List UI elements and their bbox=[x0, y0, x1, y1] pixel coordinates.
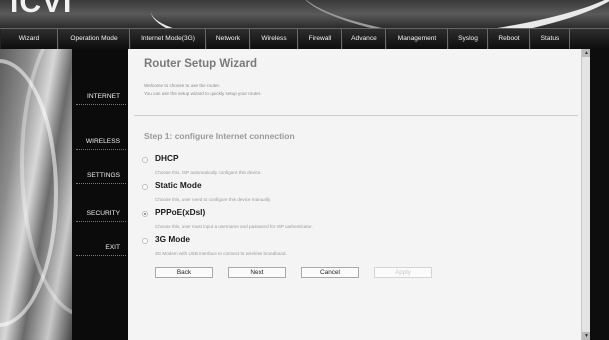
page-title: Router Setup Wizard bbox=[144, 58, 257, 70]
nav-firewall[interactable]: Firewall bbox=[298, 29, 342, 49]
nav-network[interactable]: Network bbox=[206, 29, 250, 49]
nav-advance[interactable]: Advance bbox=[342, 29, 386, 49]
option-help-pppoe: Choose this, user must input a username … bbox=[155, 224, 313, 229]
option-help-3g-mode: 3G Modem with USB interface to connect t… bbox=[155, 251, 287, 256]
divider bbox=[134, 115, 578, 116]
nav-wireless[interactable]: Wireless bbox=[250, 29, 298, 49]
intro-text: You can use the setup wizard to quickly … bbox=[144, 91, 262, 96]
cancel-button[interactable]: Cancel bbox=[301, 267, 359, 278]
sidebar-menu: INTERNET WIRELESS SETTINGS SECURITY EXIT bbox=[72, 49, 128, 340]
apply-button[interactable]: Apply bbox=[374, 267, 432, 278]
option-help-static-mode: Choose this, user need to configure this… bbox=[155, 197, 272, 202]
sidebar-item-wireless[interactable]: WIRELESS bbox=[76, 134, 126, 150]
option-help-dhcp: Choose this, ISP automatically configure… bbox=[155, 170, 262, 175]
header-banner: ICVI bbox=[0, 0, 609, 28]
nav-wizard[interactable]: Wizard bbox=[0, 29, 58, 49]
decorative-panel bbox=[0, 49, 72, 340]
sidebar-item-exit[interactable]: EXIT bbox=[76, 240, 126, 256]
brand-logo: ICVI bbox=[10, 0, 73, 19]
option-label-static-mode[interactable]: Static Mode bbox=[155, 180, 202, 190]
nav-operation-mode[interactable]: Operation Mode bbox=[58, 29, 130, 49]
right-frame bbox=[590, 49, 609, 340]
option-label-dhcp[interactable]: DHCP bbox=[155, 153, 179, 163]
step-title: Step 1: configure Internet connection bbox=[144, 131, 295, 141]
radio-3g-mode[interactable] bbox=[142, 238, 148, 244]
back-button[interactable]: Back bbox=[155, 267, 213, 278]
sidebar-item-security[interactable]: SECURITY bbox=[76, 206, 126, 222]
sidebar-item-settings[interactable]: SETTINGS bbox=[76, 168, 126, 184]
option-label-3g-mode[interactable]: 3G Mode bbox=[155, 234, 190, 244]
radio-dhcp[interactable] bbox=[142, 157, 148, 163]
nav-status[interactable]: Status bbox=[530, 29, 570, 49]
nav-syslog[interactable]: Syslog bbox=[448, 29, 488, 49]
nav-reboot[interactable]: Reboot bbox=[488, 29, 530, 49]
option-label-pppoe[interactable]: PPPoE(xDsl) bbox=[155, 207, 205, 217]
radio-pppoe[interactable] bbox=[142, 211, 148, 217]
nav-management[interactable]: Management bbox=[386, 29, 448, 49]
top-nav: Wizard Operation Mode Internet Mode(3G) … bbox=[0, 28, 609, 50]
nav-internet-mode[interactable]: Internet Mode(3G) bbox=[130, 29, 206, 49]
radio-static-mode[interactable] bbox=[142, 184, 148, 190]
main-content: Router Setup Wizard Welcome to choose to… bbox=[128, 49, 581, 340]
welcome-text: Welcome to choose to use the router. bbox=[144, 83, 221, 88]
next-button[interactable]: Next bbox=[228, 267, 286, 278]
sidebar-item-internet[interactable]: INTERNET bbox=[76, 89, 126, 105]
